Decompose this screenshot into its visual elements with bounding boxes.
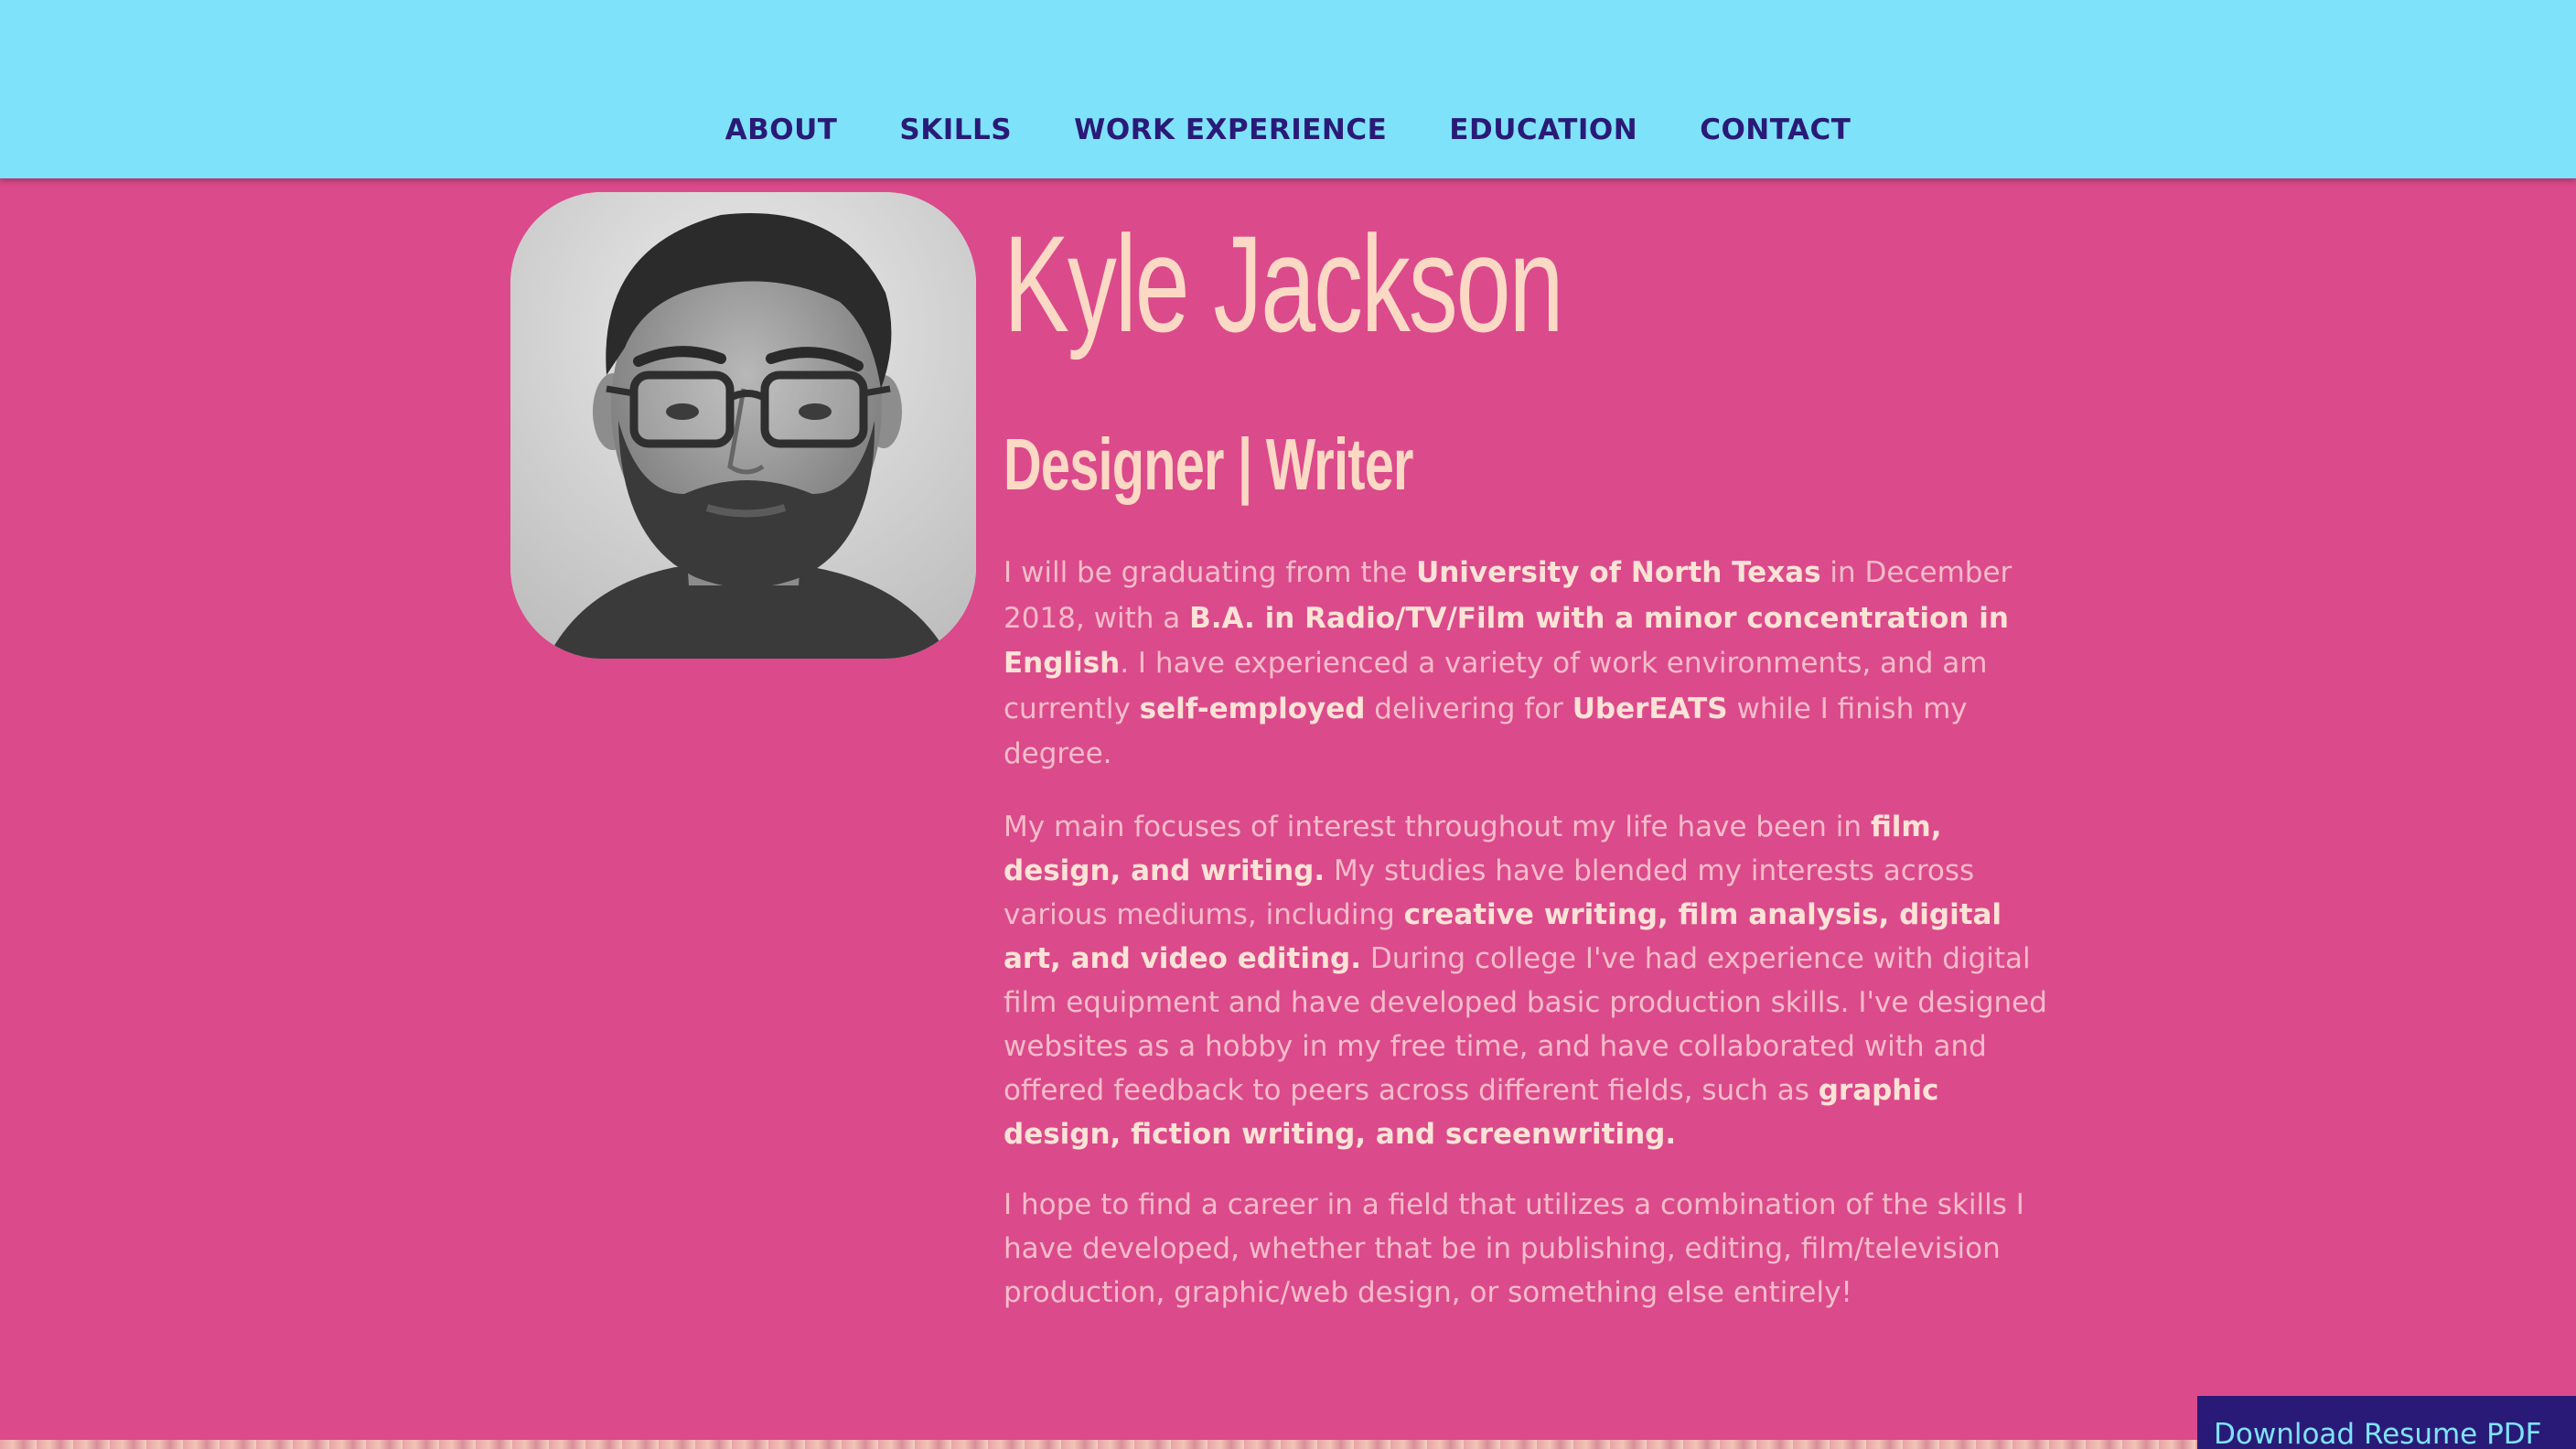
download-resume-button[interactable]: Download Resume PDF <box>2197 1396 2576 1449</box>
footer-strip <box>0 1440 2576 1449</box>
bold-span: University of North Texas <box>1416 556 1821 589</box>
about-paragraph-3: I hope to find a career in a field that … <box>1004 1183 2065 1315</box>
about-section: Kyle Jackson Designer | Writer I will be… <box>1004 207 2065 1309</box>
nav-education[interactable]: EDUCATION <box>1449 108 1637 152</box>
nav-work-experience[interactable]: WORK EXPERIENCE <box>1074 108 1387 152</box>
portrait-photo-image <box>510 192 976 659</box>
nav-about[interactable]: ABOUT <box>725 108 838 152</box>
text-span: I will be graduating from the <box>1004 556 1417 589</box>
text-span: delivering for <box>1365 692 1572 725</box>
bold-span: self-employed <box>1139 692 1366 725</box>
profile-photo <box>510 192 976 659</box>
nav-contact[interactable]: CONTACT <box>1700 108 1851 152</box>
nav-skills[interactable]: SKILLS <box>899 108 1012 152</box>
top-navbar: ABOUT SKILLS WORK EXPERIENCE EDUCATION C… <box>0 0 2576 178</box>
text-span: I hope to find a career in a field that … <box>1004 1188 2024 1309</box>
nav-menu: ABOUT SKILLS WORK EXPERIENCE EDUCATION C… <box>0 108 2576 152</box>
about-paragraph-2: My main focuses of interest throughout m… <box>1004 805 2065 1156</box>
about-paragraph-1: I will be graduating from the University… <box>1004 551 2065 778</box>
profile-name: Kyle Jackson <box>1004 207 1564 360</box>
bold-span: UberEATS <box>1572 692 1728 725</box>
text-span: My main focuses of interest throughout m… <box>1004 810 1871 843</box>
profile-title: Designer | Writer <box>1004 424 1413 505</box>
